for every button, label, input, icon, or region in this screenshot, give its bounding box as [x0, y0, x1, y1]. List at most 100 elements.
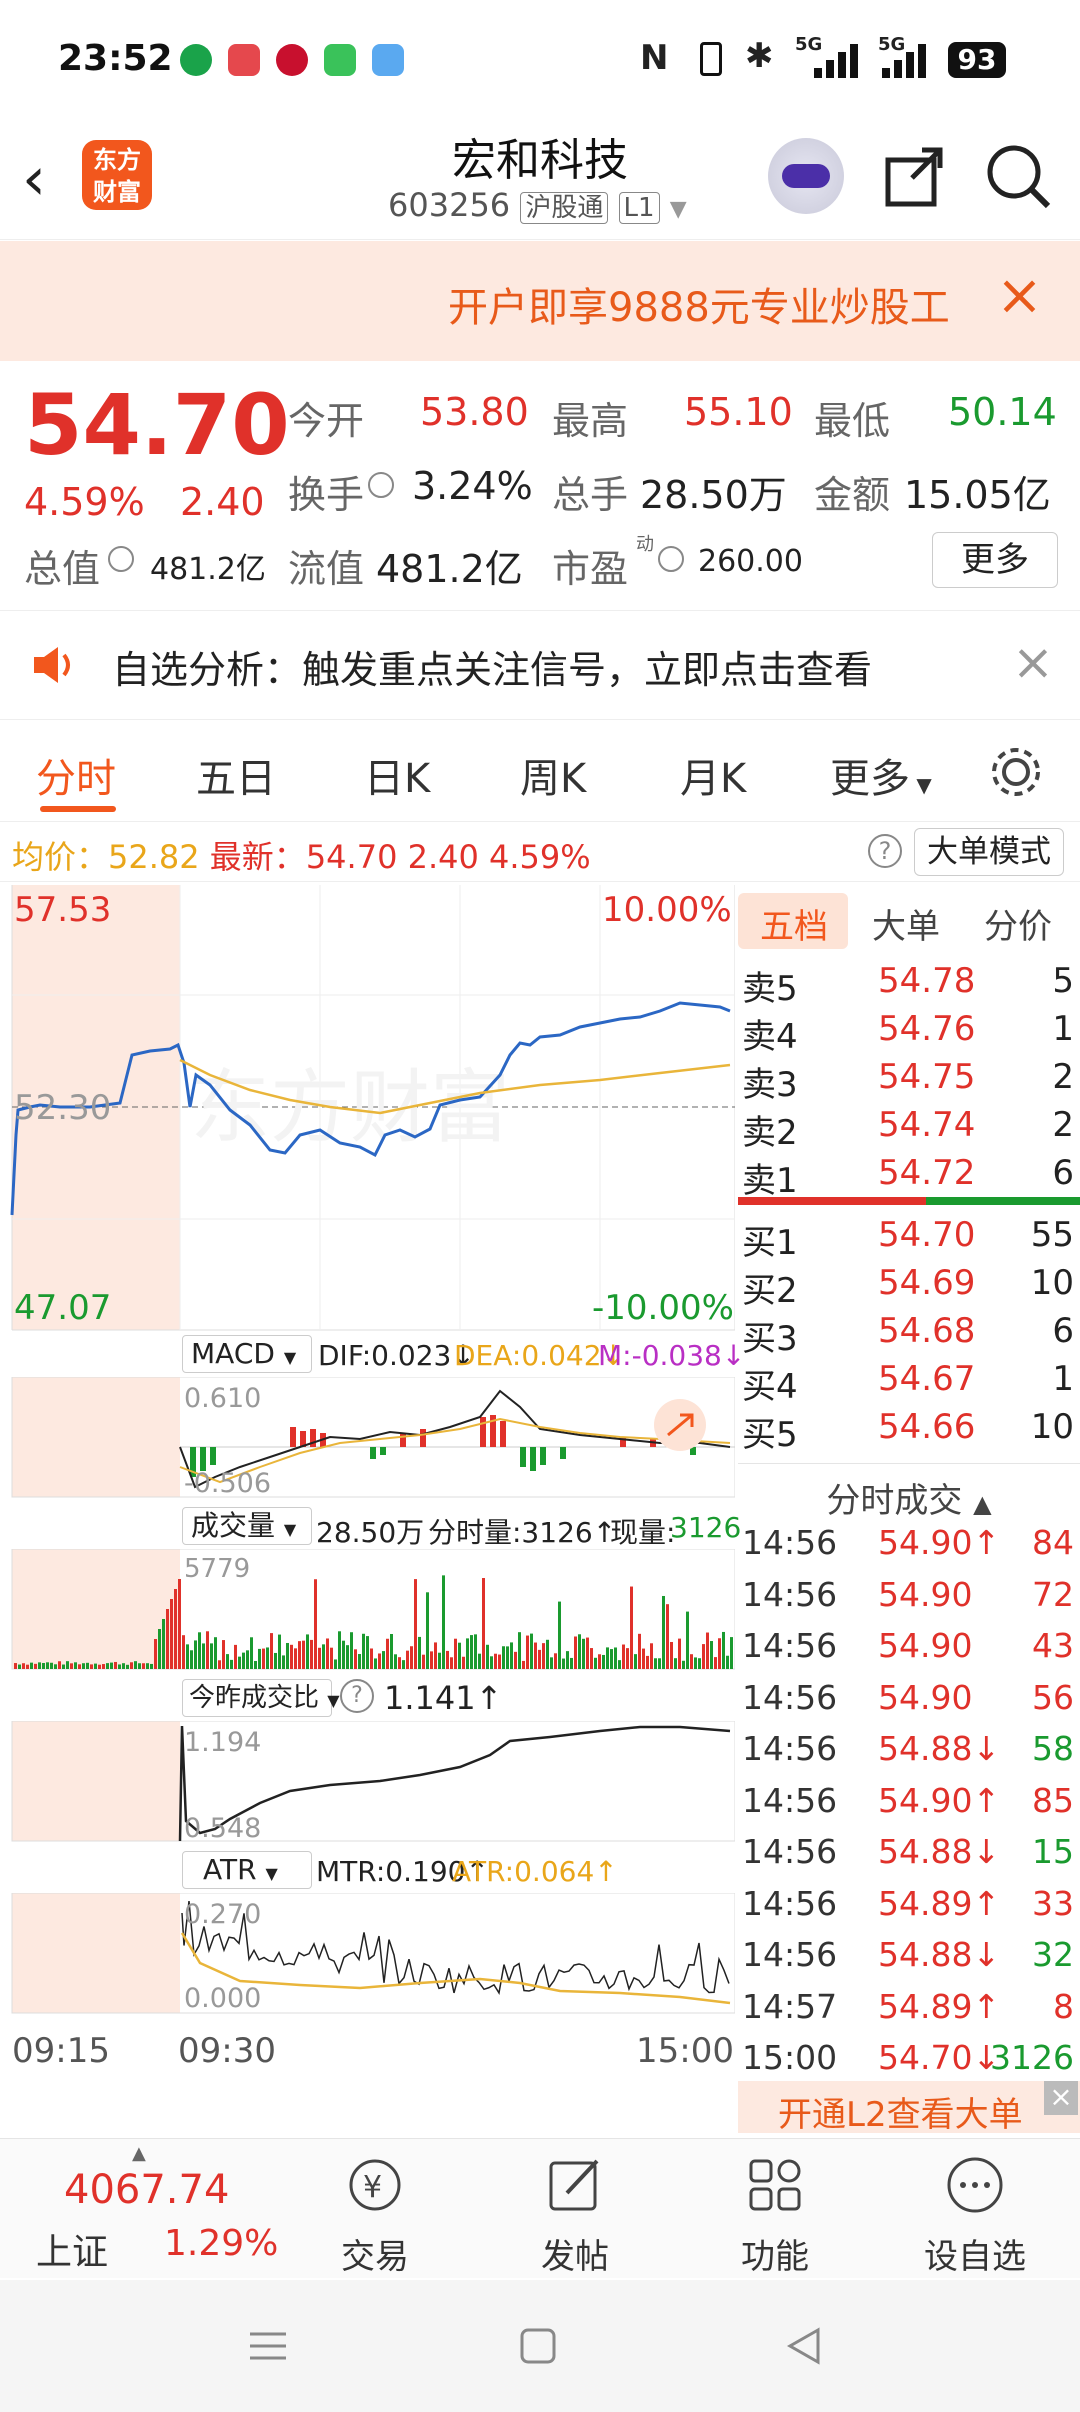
notice-text: 自选分析：触发重点关注信号，立即点击查看 [112, 648, 873, 692]
volume-bar [586, 1637, 589, 1669]
help-icon[interactable]: ? [340, 1679, 374, 1713]
ask-volume: 6 [1052, 1153, 1074, 1193]
tick-volume: 43 [1032, 1626, 1074, 1665]
collapse-arrow-icon[interactable]: ▲ [132, 2143, 146, 2164]
bid-row[interactable]: 买3 54.68 6 [738, 1311, 1080, 1359]
volume-bar [234, 1644, 237, 1669]
tab-five-levels[interactable]: 五档 [760, 899, 828, 948]
volume-bar [602, 1654, 605, 1669]
bid-row[interactable]: 买2 54.69 10 [738, 1263, 1080, 1311]
nav-trade[interactable]: ¥ 交易 [310, 2153, 440, 2278]
volume-bar [554, 1653, 557, 1669]
macd-header: MACD ▼ DIF:0.023↓ DEA:0.042↓ M:-0.038↓ [0, 1333, 745, 1375]
volume-bar [82, 1663, 85, 1669]
close-icon[interactable]: × [1044, 2081, 1078, 2115]
info-icon[interactable] [368, 472, 394, 498]
bid-row[interactable]: 买4 54.67 1 [738, 1359, 1080, 1407]
connect-tag: 沪股通 [520, 192, 609, 224]
volume-bar [546, 1639, 549, 1669]
change-amount: 2.40 [180, 480, 265, 524]
tick-volume: 3126 [990, 2038, 1074, 2077]
nav-add-watchlist[interactable]: 设自选 [910, 2153, 1040, 2278]
more-button[interactable]: 更多 [932, 532, 1058, 588]
nav-functions[interactable]: 功能 [710, 2153, 840, 2278]
macd-selector[interactable]: MACD ▼ [182, 1335, 312, 1373]
close-icon[interactable]: × [996, 263, 1043, 328]
notice-bar[interactable]: 自选分析：触发重点关注信号，立即点击查看 × [0, 610, 1080, 720]
tab-five-day[interactable]: 五日 [196, 746, 276, 804]
y-mid-label: 52.30 [14, 1088, 111, 1128]
promo-text: 开户即享9888元专业炒股工 [448, 285, 950, 331]
ask-row[interactable]: 卖4 54.76 1 [738, 1009, 1080, 1057]
bid-price: 54.66 [878, 1407, 976, 1447]
chart-area[interactable]: 东方财富 57.53 52.30 47.07 10.00% -10.00% MA… [0, 885, 745, 2135]
tab-weekly-k[interactable]: 周K [520, 746, 586, 804]
ai-assistant-avatar[interactable] [768, 138, 844, 214]
volume-bar [630, 1586, 633, 1669]
volume-selector[interactable]: 成交量 ▼ [182, 1507, 312, 1545]
back-icon[interactable] [784, 2326, 824, 2366]
ask-row[interactable]: 卖3 54.75 2 [738, 1057, 1080, 1105]
volume-bar [378, 1653, 381, 1669]
volume-bar [74, 1662, 77, 1669]
volume-bar [454, 1638, 457, 1669]
info-icon[interactable] [108, 546, 134, 572]
tab-intraday[interactable]: 分时 [36, 746, 116, 804]
tick-price: 54.88↓ [878, 1935, 1001, 1974]
ratio-selector[interactable]: 今昨成交比 ▼ [182, 1679, 340, 1717]
search-icon[interactable] [984, 142, 1054, 212]
volume-bar [42, 1663, 45, 1669]
volume-bar [490, 1656, 493, 1669]
promo-banner[interactable]: 开户即享9888元专业炒股工 × [0, 241, 1080, 361]
volume-bar [702, 1644, 705, 1669]
volume-bar [310, 1639, 313, 1669]
info-icon[interactable] [658, 546, 684, 572]
atr-trace [181, 1900, 730, 1995]
ask-price: 54.72 [878, 1153, 976, 1193]
volume-bar [618, 1660, 621, 1669]
dropdown-icon[interactable]: ▼ [670, 197, 687, 222]
volume-bar [186, 1644, 189, 1669]
volume-bar [86, 1662, 89, 1669]
close-icon[interactable]: × [1012, 633, 1054, 691]
more-dots-icon [947, 2157, 1003, 2213]
trade-tick-row: 14:57 54.89↑ 8 [738, 1987, 1080, 2039]
ask-row[interactable]: 卖2 54.74 2 [738, 1105, 1080, 1153]
volume-bar [62, 1664, 65, 1669]
ask-row[interactable]: 卖5 54.78 5 [738, 961, 1080, 1009]
volume-bar [574, 1636, 577, 1669]
volume-bar [206, 1631, 209, 1669]
tab-more[interactable]: 更多 ▼ [830, 746, 932, 804]
volume-chart: 5779 [11, 1549, 735, 1670]
tab-big-orders[interactable]: 大单 [872, 899, 940, 948]
volume-bar [294, 1648, 297, 1669]
volume-bar [522, 1660, 525, 1669]
level-tag[interactable]: L1 [618, 192, 660, 224]
atr-selector[interactable]: ATR ▼ [182, 1851, 312, 1889]
tab-price-distribution[interactable]: 分价 [984, 899, 1052, 948]
ticks-title-line[interactable]: 分时成交 ▲ [738, 1473, 1080, 1522]
bid-row[interactable]: 买1 54.70 55 [738, 1215, 1080, 1263]
macd-m: M:-0.038↓ [598, 1339, 746, 1372]
tick-volume: 8 [1053, 1986, 1074, 2026]
bid-row[interactable]: 买5 54.66 10 [738, 1407, 1080, 1455]
volume-bar [122, 1663, 125, 1669]
tick-price: 54.90↑ [878, 1523, 1001, 1562]
home-icon[interactable] [518, 2326, 558, 2366]
tab-monthly-k[interactable]: 月K [680, 746, 746, 804]
share-icon[interactable] [882, 142, 948, 208]
tab-daily-k[interactable]: 日K [364, 746, 430, 804]
ask-row[interactable]: 卖1 54.72 6 [738, 1153, 1080, 1201]
tick-volume: 56 [1032, 1677, 1074, 1717]
settings-gear-icon[interactable] [988, 744, 1044, 800]
l2-upgrade-banner[interactable]: 开通L2查看大单 × [738, 2081, 1080, 2135]
bluetooth-icon: ✱ [745, 36, 774, 76]
nav-post[interactable]: 发帖 [510, 2153, 640, 2278]
menu-icon[interactable] [248, 2326, 288, 2366]
help-icon[interactable]: ? [868, 834, 902, 868]
index-ticker[interactable]: ▲ 4067.74 上证 1.29% [20, 2143, 278, 2273]
big-order-mode-button[interactable]: 大单模式 [914, 828, 1064, 876]
bid-label: 买3 [742, 1319, 798, 1359]
tick-price: 54.88↓ [878, 1832, 1001, 1871]
volume-bar [674, 1658, 677, 1669]
